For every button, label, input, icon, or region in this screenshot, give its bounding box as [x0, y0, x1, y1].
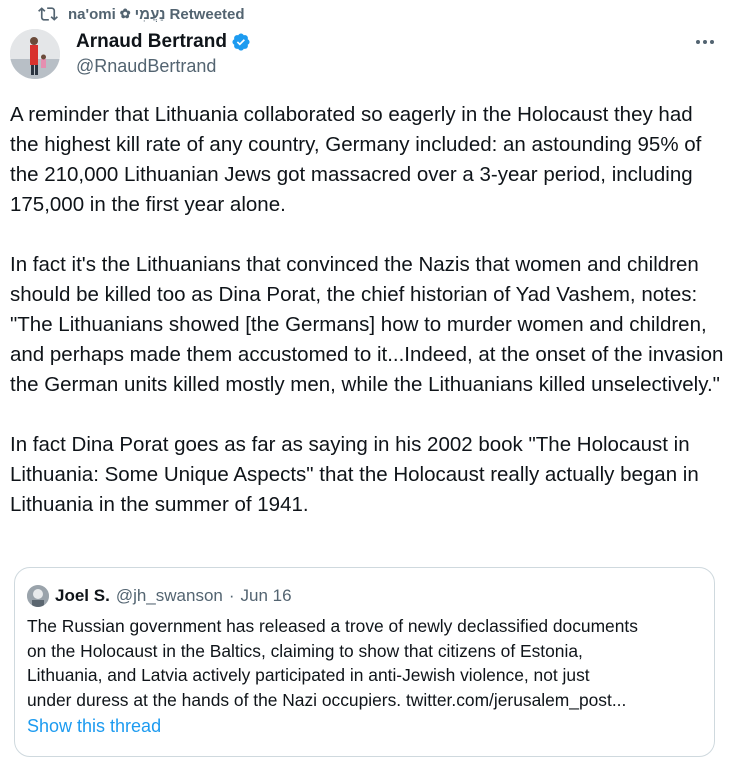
author-display-name[interactable]: Arnaud Bertrand [76, 31, 227, 53]
quote-handle[interactable]: @jh_swanson [116, 586, 223, 606]
more-dot-icon [696, 40, 700, 44]
retweet-label: Retweeted [169, 5, 245, 23]
quote-text: The Russian government has released a tr… [27, 614, 702, 712]
quote-tweet-card[interactable]: Joel S. @jh_swanson · Jun 16 The Russian… [14, 567, 715, 757]
verified-badge-icon[interactable] [231, 32, 251, 52]
quote-line: Lithuania, and Latvia actively participa… [27, 665, 590, 685]
quote-separator: · [228, 586, 235, 605]
tweet-paragraph: In fact it's the Lithuanians that convin… [10, 253, 724, 396]
tweet-text: A reminder that Lithuania collaborated s… [10, 100, 725, 550]
retweeter-hebrew-name[interactable]: נַעֲמִי [135, 6, 166, 23]
retweet-icon [38, 4, 58, 24]
author-block: Arnaud Bertrand @RnaudBertrand [76, 30, 251, 77]
show-this-thread-link[interactable]: Show this thread [27, 716, 161, 737]
tweet-paragraph: In fact Dina Porat goes as far as saying… [10, 433, 699, 516]
more-dot-icon [703, 40, 707, 44]
tweet-paragraph: A reminder that Lithuania collaborated s… [10, 103, 702, 216]
more-options-button[interactable] [693, 32, 717, 52]
tweet[interactable]: na'omi ✿ נַעֲמִי Retweeted Arnaud Bertra… [0, 0, 735, 773]
quote-line: under duress at the hands of the Nazi oc… [27, 689, 627, 710]
quote-avatar[interactable] [27, 585, 49, 607]
retweet-context: na'omi ✿ נַעֲמִי Retweeted [38, 3, 245, 25]
quote-display-name[interactable]: Joel S. [55, 586, 110, 606]
quote-line: on the Holocaust in the Baltics, claimin… [27, 640, 583, 661]
quote-line: The Russian government has released a tr… [27, 616, 638, 636]
quote-header: Joel S. @jh_swanson · Jun 16 [27, 584, 292, 608]
avatar[interactable] [10, 29, 60, 79]
author-handle[interactable]: @RnaudBertrand [76, 56, 251, 77]
more-dot-icon [710, 40, 714, 44]
retweeter-name[interactable]: na'omi [68, 6, 116, 23]
quote-date[interactable]: Jun 16 [241, 586, 292, 606]
flower-emoji-icon: ✿ [119, 6, 131, 21]
